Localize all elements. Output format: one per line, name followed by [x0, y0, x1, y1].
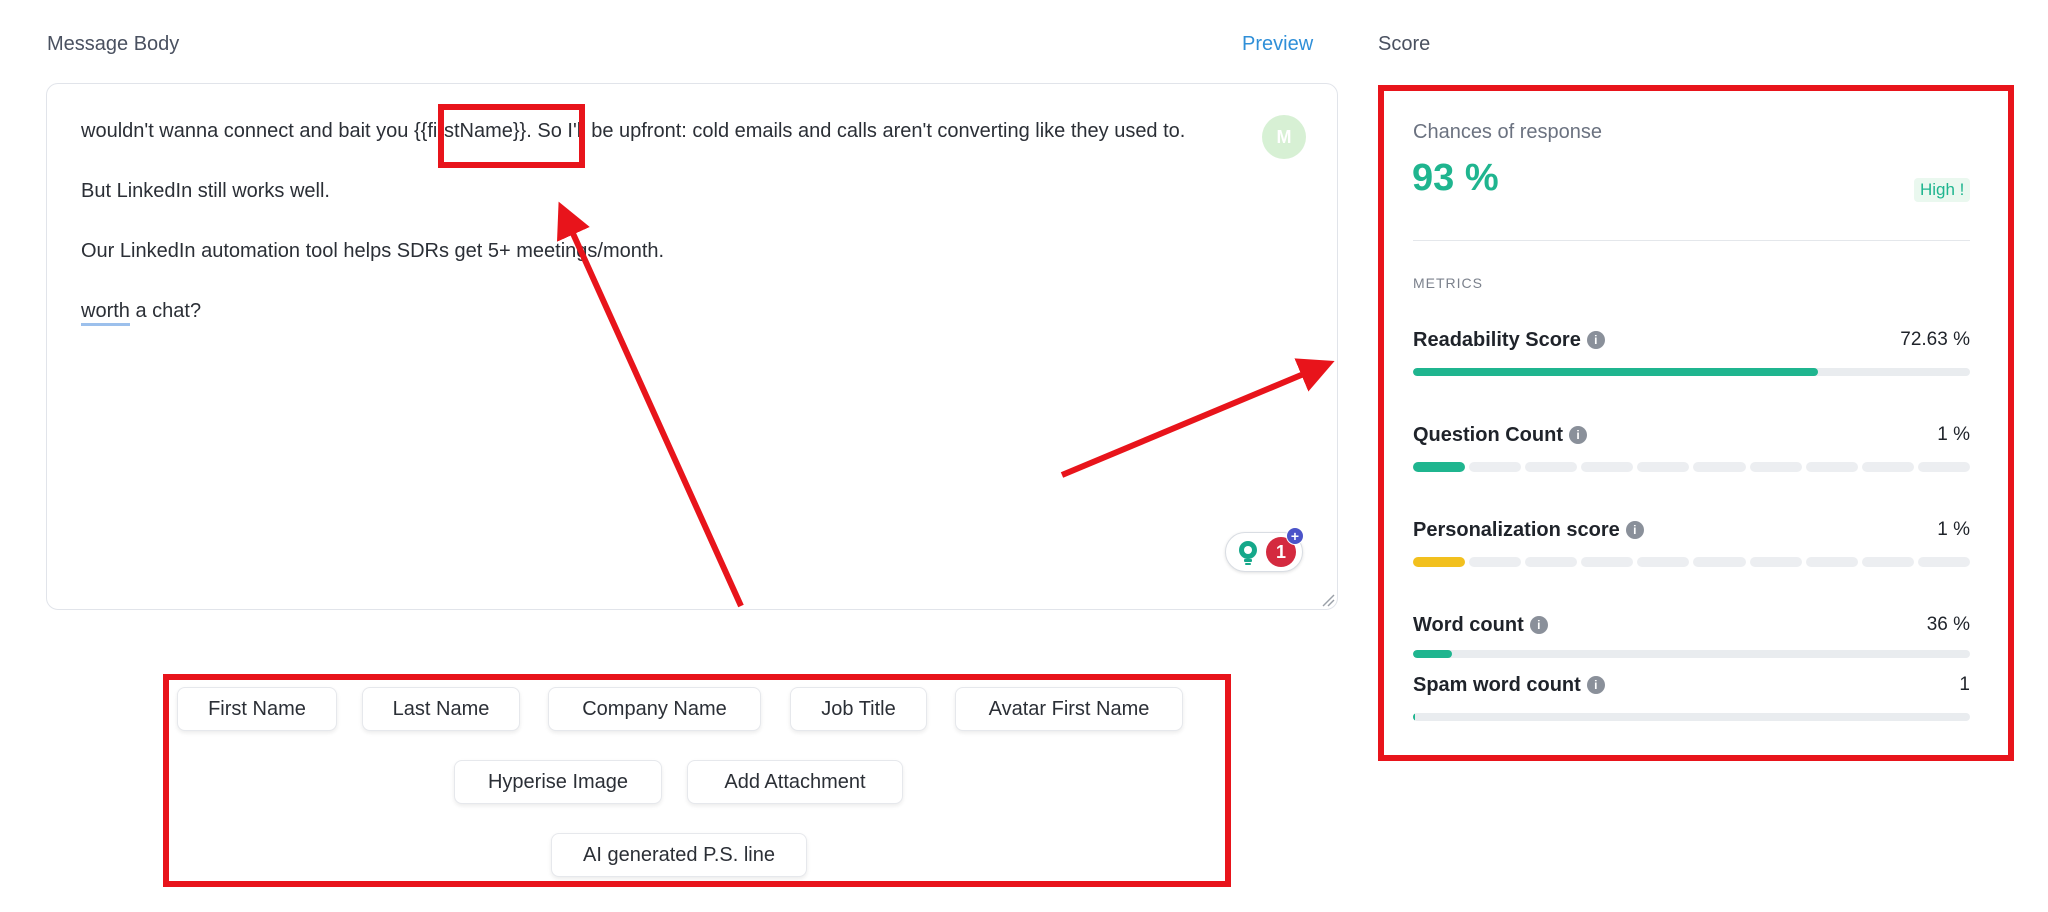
- metric-name: Question Count: [1413, 424, 1563, 446]
- hyperise-image-chip[interactable]: Hyperise Image: [454, 760, 662, 804]
- metric-value: 1 %: [1937, 519, 1970, 540]
- segment-empty: [1469, 557, 1522, 567]
- editor-line: But LinkedIn still works well.: [81, 180, 330, 202]
- segment-empty: [1917, 557, 1970, 567]
- metric-segmented-bar: [1413, 462, 1970, 472]
- segment-empty: [1637, 462, 1690, 472]
- info-icon[interactable]: i: [1568, 426, 1587, 444]
- metric-name-wrap: Personalization score i: [1413, 519, 1644, 542]
- avatar[interactable]: M: [1262, 115, 1306, 159]
- text-segment: . So I'll be upfront: cold emails and ca…: [526, 120, 1186, 142]
- ai-ps-line-chip[interactable]: AI generated P.S. line: [551, 833, 807, 877]
- segment-empty: [1805, 462, 1858, 472]
- avatar-first-name-chip[interactable]: Avatar First Name: [955, 687, 1183, 731]
- editor-line: wouldn't wanna connect and bait you {{fi…: [81, 120, 1185, 143]
- text-segment: wouldn't wanna connect and bait you: [81, 120, 414, 142]
- segment-empty: [1469, 462, 1522, 472]
- segment-empty: [1861, 557, 1914, 567]
- metric-name: Personalization score: [1413, 519, 1620, 541]
- message-body-label: Message Body: [47, 33, 180, 55]
- company-name-chip[interactable]: Company Name: [548, 687, 761, 731]
- info-icon[interactable]: i: [1529, 616, 1548, 634]
- plus-icon: +: [1286, 527, 1304, 545]
- metric-bar-fill: [1413, 650, 1452, 658]
- metric-name-wrap: Word count i: [1413, 614, 1548, 637]
- metric-bar-fill: [1413, 368, 1818, 376]
- segment-empty: [1581, 557, 1634, 567]
- metric-name-wrap: Question Count i: [1413, 424, 1587, 447]
- segment-empty: [1693, 462, 1746, 472]
- divider: [1413, 240, 1970, 241]
- metric-bar: [1413, 713, 1970, 721]
- lightbulb-icon: [1239, 541, 1257, 565]
- first-name-chip[interactable]: First Name: [177, 687, 337, 731]
- segment-empty: [1749, 462, 1802, 472]
- add-attachment-chip[interactable]: Add Attachment: [687, 760, 903, 804]
- metric-value: 1 %: [1937, 424, 1970, 445]
- editor-line: Our LinkedIn automation tool helps SDRs …: [81, 240, 665, 262]
- segment-empty: [1525, 557, 1578, 567]
- last-name-chip[interactable]: Last Name: [362, 687, 520, 731]
- metric-name: Word count: [1413, 614, 1524, 636]
- segment-empty: [1637, 557, 1690, 567]
- metric-name-wrap: Spam word count i: [1413, 674, 1605, 697]
- chances-title: Chances of response: [1413, 121, 1603, 143]
- preview-link[interactable]: Preview: [1242, 33, 1313, 56]
- grammar-assistant-widget[interactable]: 1 +: [1225, 527, 1304, 572]
- editor-line: worth a chat?: [81, 300, 202, 326]
- resize-handle-icon[interactable]: [1321, 593, 1335, 607]
- segment-filled: [1413, 462, 1466, 472]
- info-icon[interactable]: i: [1625, 521, 1644, 539]
- variable-chips-panel: First Name Last Name Company Name Job Ti…: [165, 675, 1227, 885]
- info-icon[interactable]: i: [1586, 331, 1605, 349]
- chances-badge: High !: [1914, 178, 1971, 202]
- text-segment: a chat?: [129, 300, 202, 322]
- score-label: Score: [1378, 33, 1431, 55]
- metric-bar-fill: [1413, 713, 1415, 721]
- segment-filled: [1413, 557, 1466, 567]
- metric-bar: [1413, 650, 1970, 658]
- metric-value: 1: [1959, 674, 1970, 695]
- metric-name: Readability Score: [1413, 329, 1581, 351]
- segment-empty: [1805, 557, 1858, 567]
- segment-empty: [1861, 462, 1914, 472]
- metric-name-wrap: Readability Score i: [1413, 329, 1605, 352]
- segment-empty: [1525, 462, 1578, 472]
- message-body-editor[interactable]: wouldn't wanna connect and bait you {{fi…: [46, 83, 1338, 610]
- segment-empty: [1581, 462, 1634, 472]
- spellcheck-underlined-word[interactable]: worth: [81, 300, 130, 326]
- metric-name: Spam word count: [1413, 674, 1581, 696]
- info-icon[interactable]: i: [1586, 676, 1605, 694]
- metrics-heading: METRICS: [1413, 275, 1483, 291]
- metric-value: 72.63 %: [1900, 329, 1970, 350]
- segment-empty: [1917, 462, 1970, 472]
- job-title-chip[interactable]: Job Title: [790, 687, 927, 731]
- first-name-variable: {{firstName}}: [413, 120, 527, 142]
- score-card: Chances of response 93 % High ! METRICS …: [1380, 85, 2010, 755]
- segment-empty: [1749, 557, 1802, 567]
- metric-bar: [1413, 368, 1970, 376]
- chances-value: 93 %: [1412, 157, 1499, 199]
- segment-empty: [1693, 557, 1746, 567]
- metric-value: 36 %: [1926, 614, 1970, 635]
- metric-segmented-bar: [1413, 557, 1970, 567]
